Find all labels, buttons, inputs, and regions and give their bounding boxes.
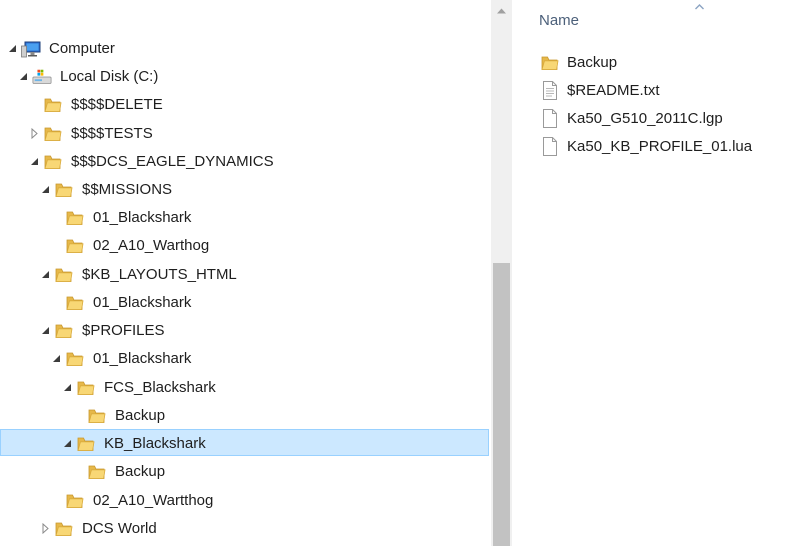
arrow-spacer <box>50 289 62 316</box>
expanded-arrow-icon[interactable] <box>39 261 51 288</box>
folder-icon <box>65 236 85 256</box>
expanded-arrow-icon[interactable] <box>6 35 18 62</box>
tree-scrollbar[interactable] <box>491 0 512 546</box>
expanded-arrow-icon[interactable] <box>39 176 51 203</box>
expanded-arrow-icon[interactable] <box>61 430 73 457</box>
expanded-arrow-icon[interactable] <box>39 317 51 344</box>
folder-icon <box>87 462 107 482</box>
tree-item-label: DCS World <box>82 520 157 537</box>
tree-item-label: Backup <box>115 407 166 424</box>
file-name: Ka50_G510_2011C.lgp <box>567 109 723 127</box>
file-item-lua[interactable]: Ka50_KB_PROFILE_01.lua <box>540 133 752 159</box>
text-file-icon <box>540 80 560 100</box>
tree-item-fcs-blackshark[interactable]: FCS_Blackshark <box>0 373 489 400</box>
tree-item-missions-blackshark[interactable]: 01_Blackshark <box>0 203 489 230</box>
folder-icon <box>540 52 560 72</box>
tree-item-profiles-a10-warthog[interactable]: 02_A10_Wartthog <box>0 486 489 513</box>
tree-item-tests[interactable]: $$$$TESTS <box>0 119 489 146</box>
folder-icon <box>65 208 85 228</box>
file-icon <box>540 136 560 156</box>
folder-icon <box>54 321 74 341</box>
expanded-arrow-icon[interactable] <box>17 63 29 90</box>
tree-item-label: $$$DCS_EAGLE_DYNAMICS <box>71 153 274 170</box>
tree-item-label: 01_Blackshark <box>93 350 192 367</box>
navigation-tree[interactable]: Computer Local Disk (C:) $$$$DELETE $$$$… <box>0 0 491 546</box>
tree-item-label: FCS_Blackshark <box>104 379 216 396</box>
tree-item-missions[interactable]: $$MISSIONS <box>0 175 489 202</box>
scrollbar-thumb[interactable] <box>493 263 510 546</box>
folder-icon <box>65 349 85 369</box>
folder-icon <box>65 293 85 313</box>
arrow-spacer <box>50 487 62 514</box>
arrow-spacer <box>28 91 40 118</box>
folder-icon <box>65 491 85 511</box>
tree-item-label: $$$$DELETE <box>71 96 163 113</box>
file-item-readme[interactable]: $README.txt <box>540 77 660 103</box>
sort-ascending-icon <box>695 4 704 10</box>
expanded-arrow-icon[interactable] <box>28 148 40 175</box>
file-item-lgp[interactable]: Ka50_G510_2011C.lgp <box>540 105 723 131</box>
tree-item-label: 02_A10_Wartthog <box>93 492 214 509</box>
file-name: $README.txt <box>567 81 660 99</box>
drive-icon <box>32 67 52 87</box>
folder-icon <box>54 265 74 285</box>
tree-item-label: Computer <box>49 40 115 57</box>
folder-icon <box>43 95 63 115</box>
tree-item-label: $$MISSIONS <box>82 181 173 198</box>
tree-item-label: Backup <box>115 463 166 480</box>
tree-item-missions-a10-warthog[interactable]: 02_A10_Warthog <box>0 231 489 258</box>
tree-item-profiles-blackshark[interactable]: 01_Blackshark <box>0 344 489 371</box>
tree-item-layouts-blackshark[interactable]: 01_Blackshark <box>0 288 489 315</box>
file-icon <box>540 108 560 128</box>
scroll-up-button[interactable] <box>491 0 512 21</box>
tree-item-kb-backup[interactable]: Backup <box>0 457 489 484</box>
tree-item-profiles[interactable]: $PROFILES <box>0 316 489 343</box>
folder-icon <box>43 152 63 172</box>
arrow-spacer <box>72 402 84 429</box>
file-item-backup[interactable]: Backup <box>540 49 617 75</box>
chevron-up-icon <box>497 8 506 13</box>
folder-icon <box>54 180 74 200</box>
computer-icon <box>21 39 41 59</box>
tree-item-fcs-backup[interactable]: Backup <box>0 401 489 428</box>
tree-item-label: 01_Blackshark <box>93 209 192 226</box>
tree-item-computer[interactable]: Computer <box>0 34 489 61</box>
expanded-arrow-icon[interactable] <box>50 345 62 372</box>
arrow-spacer <box>50 232 62 259</box>
column-header-name[interactable]: Name <box>539 12 579 29</box>
tree-item-dcs-eagle-dynamics[interactable]: $$$DCS_EAGLE_DYNAMICS <box>0 147 489 174</box>
tree-item-kb-blackshark[interactable]: KB_Blackshark <box>0 429 489 456</box>
folder-icon <box>87 406 107 426</box>
tree-item-label: $KB_LAYOUTS_HTML <box>82 266 237 283</box>
collapsed-arrow-icon[interactable] <box>39 515 51 542</box>
arrow-spacer <box>72 458 84 485</box>
file-list[interactable]: Name Backup $README.txt Ka50_G510_2011C.… <box>512 0 800 546</box>
tree-item-label: 01_Blackshark <box>93 294 192 311</box>
tree-item-label: KB_Blackshark <box>104 435 206 452</box>
folder-icon <box>76 434 96 454</box>
folder-icon <box>76 378 96 398</box>
expanded-arrow-icon[interactable] <box>61 374 73 401</box>
tree-item-dcs-world[interactable]: DCS World <box>0 514 489 541</box>
tree-item-kb-layouts-html[interactable]: $KB_LAYOUTS_HTML <box>0 260 489 287</box>
tree-item-label: $PROFILES <box>82 322 165 339</box>
folder-icon <box>43 124 63 144</box>
arrow-spacer <box>50 204 62 231</box>
tree-item-delete[interactable]: $$$$DELETE <box>0 90 489 117</box>
folder-icon <box>54 519 74 539</box>
file-name: Backup <box>567 53 618 71</box>
tree-item-label: $$$$TESTS <box>71 125 153 142</box>
tree-item-local-disk[interactable]: Local Disk (C:) <box>0 62 489 89</box>
tree-item-label: 02_A10_Warthog <box>93 237 210 254</box>
tree-item-label: Local Disk (C:) <box>60 68 159 85</box>
collapsed-arrow-icon[interactable] <box>28 120 40 147</box>
file-name: Ka50_KB_PROFILE_01.lua <box>567 137 753 155</box>
